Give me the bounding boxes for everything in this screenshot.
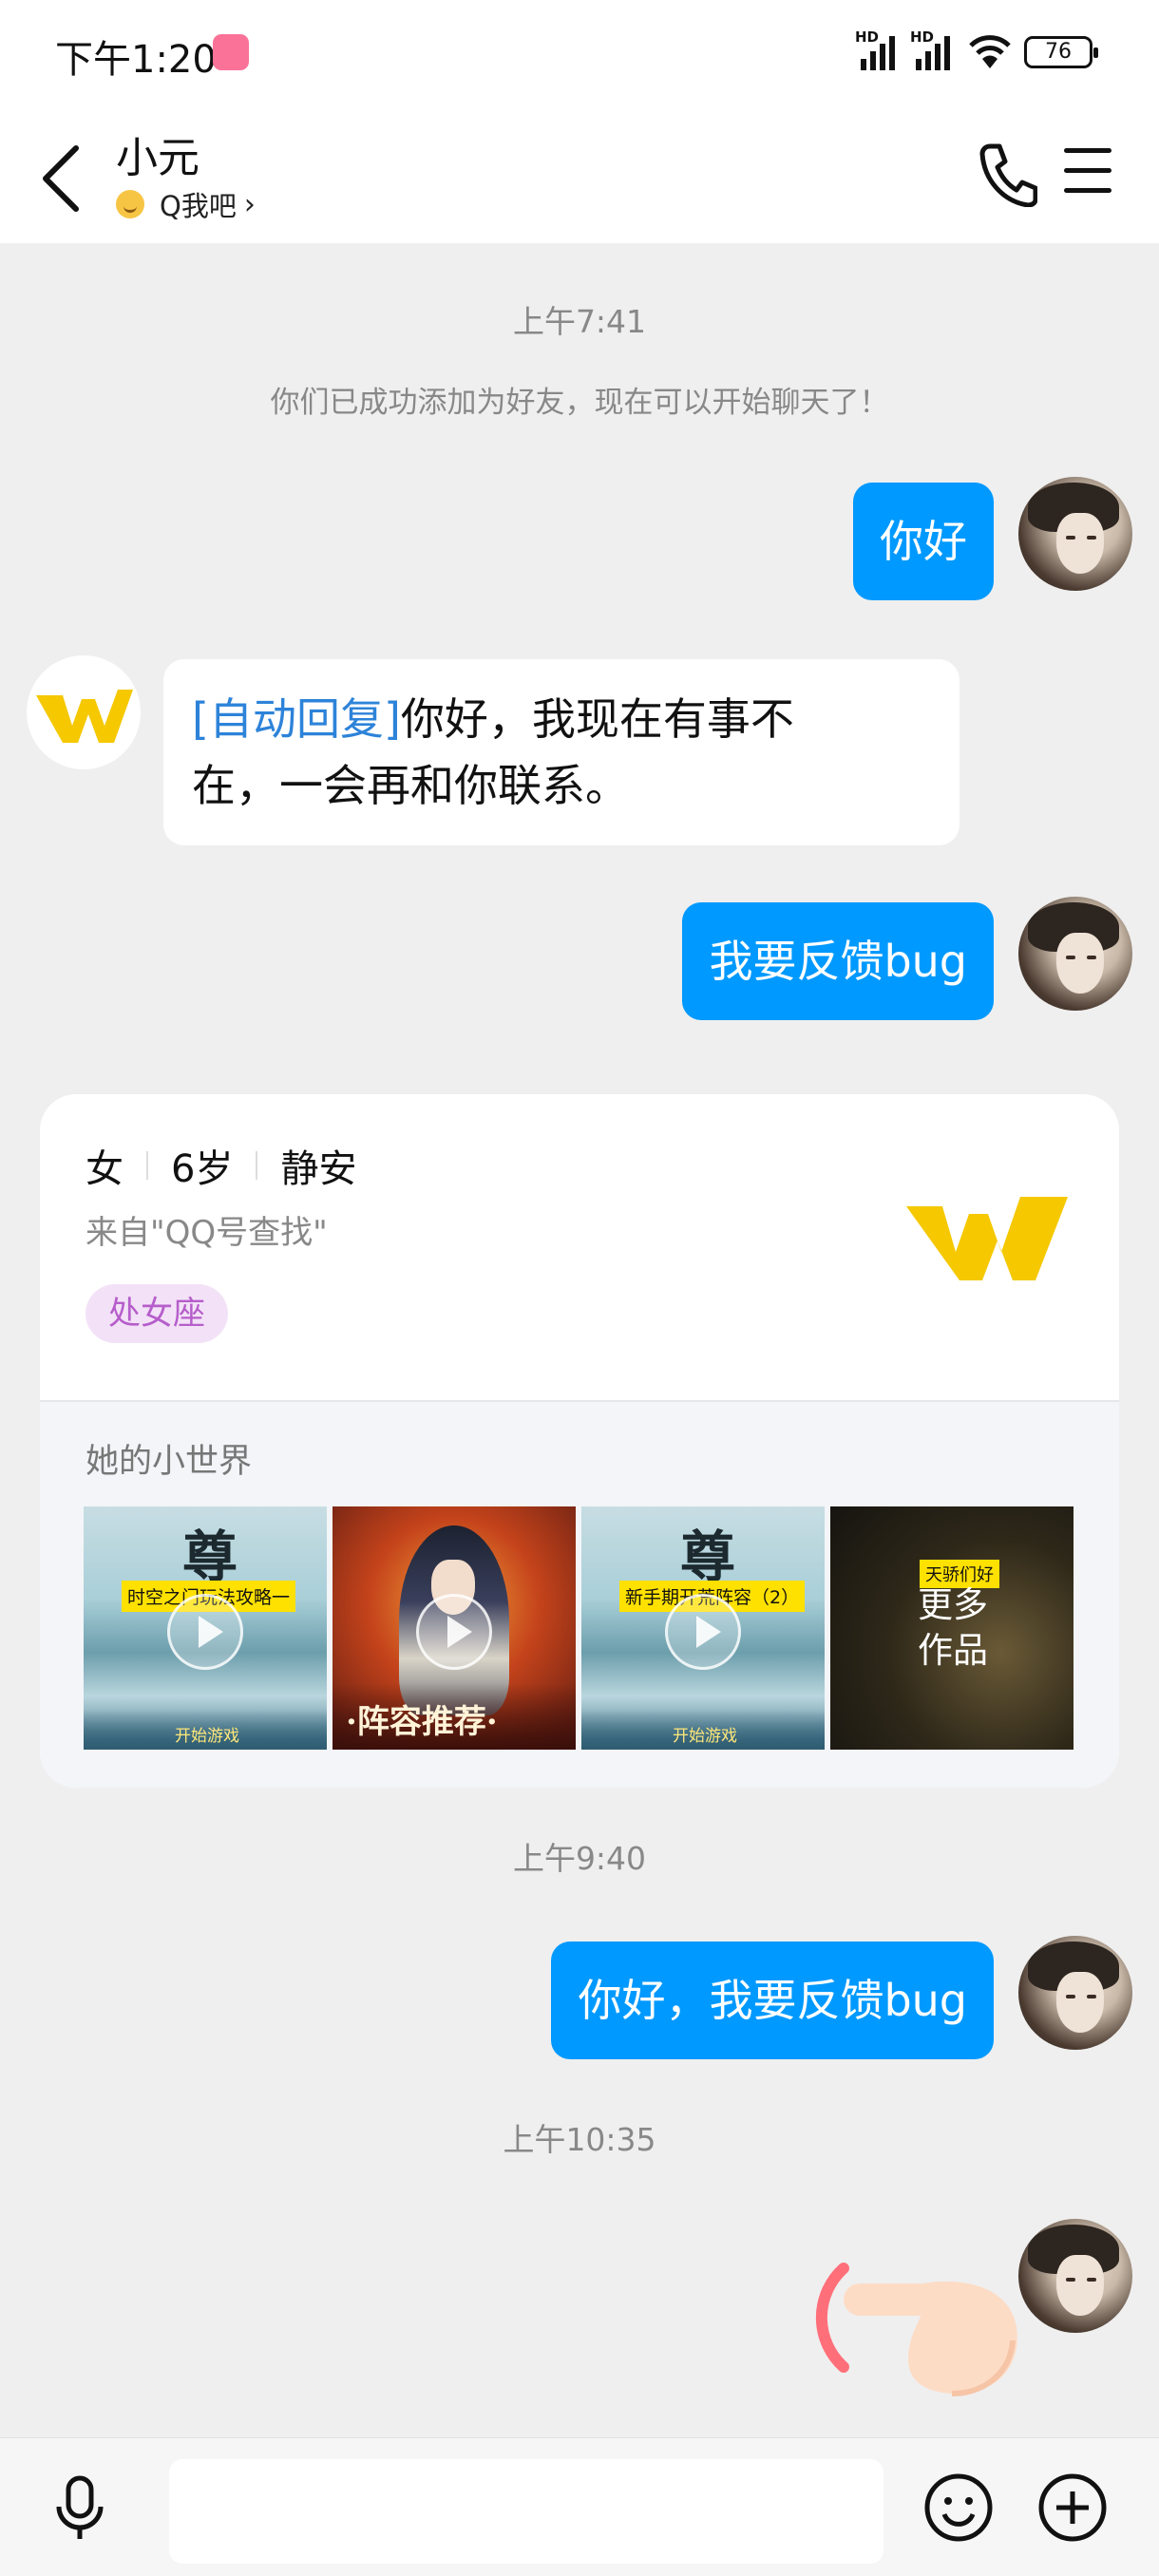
video-thumbnail[interactable]: ·阵容推荐· — [332, 1506, 576, 1750]
status-time: 下午1:20 — [55, 38, 217, 82]
battery-indicator: 76 — [1024, 36, 1098, 68]
input-bar — [0, 2437, 1159, 2576]
friend-source: 来自"QQ号查找" — [86, 1214, 328, 1252]
contact-avatar[interactable] — [27, 655, 141, 769]
pointing-hand-icon[interactable] — [809, 2261, 1028, 2399]
status-text: Q我吧 — [160, 190, 237, 222]
more-works-label: 更多作品 — [918, 1584, 988, 1671]
location: 静安 — [280, 1147, 357, 1191]
auto-reply-tag: [自动回复] — [192, 693, 401, 745]
signal-icon — [916, 34, 950, 70]
play-icon — [167, 1594, 243, 1670]
bilibili-app-icon — [213, 34, 249, 70]
menu-icon[interactable] — [1064, 148, 1112, 198]
w-logo-icon — [906, 1197, 1068, 1280]
profile-card[interactable]: 女 6岁 静安 来自"QQ号查找" 处女座 她的小世界 尊 时空之门玩法攻略一 … — [40, 1094, 1119, 1788]
auto-reply-text-line1: 你好，我现在有事不 — [400, 693, 794, 745]
profile-basic-info: 女 6岁 静安 — [86, 1138, 356, 1193]
timestamp: 上午7:41 — [512, 303, 647, 340]
auto-reply-text-line2: 在，一会再和你联系。 — [192, 760, 629, 811]
plus-icon[interactable] — [1037, 2472, 1108, 2543]
my-avatar[interactable] — [1018, 477, 1132, 591]
my-avatar[interactable] — [1018, 897, 1132, 1011]
contact-name[interactable]: 小元 — [116, 123, 200, 184]
play-icon — [416, 1594, 492, 1670]
gender: 女 — [86, 1147, 124, 1191]
w-logo-icon — [36, 690, 133, 743]
phone-icon[interactable] — [977, 141, 1037, 207]
system-message: 你们已成功添加为好友，现在可以开始聊天了！ — [270, 386, 889, 420]
message-bubble-sent[interactable]: 你好，我要反馈bug — [551, 1941, 994, 2059]
thumbnail-caption: ·阵容推荐· — [346, 1703, 498, 1741]
contact-status[interactable]: Q我吧 › — [116, 184, 256, 224]
back-arrow-icon[interactable] — [34, 141, 91, 217]
small-world-section: 她的小世界 尊 时空之门玩法攻略一 开始游戏 ·阵容推荐· 尊 新手期开荒阵容（… — [40, 1400, 1119, 1788]
video-thumbnail[interactable]: 尊 时空之门玩法攻略一 开始游戏 — [84, 1506, 327, 1750]
chevron-right-icon: › — [243, 187, 256, 221]
chat-header: 小元 Q我吧 › — [0, 104, 1159, 243]
smile-emoji-icon — [116, 190, 144, 218]
message-bubble-sent[interactable]: 你好 — [853, 483, 994, 600]
video-thumbnails: 尊 时空之门玩法攻略一 开始游戏 ·阵容推荐· 尊 新手期开荒阵容（2） 开始游… — [84, 1506, 1077, 1750]
wifi-icon — [969, 35, 1011, 68]
chat-area[interactable]: 上午7:41 你们已成功添加为好友，现在可以开始聊天了！ 你好 [自动回复]你好… — [0, 243, 1159, 2437]
timestamp: 上午10:35 — [503, 2121, 656, 2158]
message-bubble-sent[interactable]: 我要反馈bug — [682, 902, 994, 1020]
section-title: 她的小世界 — [86, 1443, 253, 1481]
video-thumbnail[interactable]: 尊 新手期开荒阵容（2） 开始游戏 — [581, 1506, 825, 1750]
signal-icon — [861, 34, 895, 70]
age: 6岁 — [171, 1147, 234, 1191]
message-input[interactable] — [169, 2459, 884, 2564]
zodiac-tag: 处女座 — [86, 1284, 228, 1343]
my-avatar[interactable] — [1018, 1936, 1132, 2050]
timestamp: 上午9:40 — [512, 1840, 647, 1877]
mic-icon[interactable] — [51, 2474, 108, 2543]
emoji-icon[interactable] — [923, 2472, 994, 2543]
more-works-tile[interactable]: 天骄们好 更多作品 — [830, 1506, 1074, 1750]
status-bar: 下午1:20 HD HD 76 — [0, 0, 1159, 104]
my-avatar[interactable] — [1018, 2219, 1132, 2333]
message-bubble-received[interactable]: [自动回复]你好，我现在有事不 在，一会再和你联系。 — [163, 659, 960, 845]
play-icon — [665, 1594, 741, 1670]
